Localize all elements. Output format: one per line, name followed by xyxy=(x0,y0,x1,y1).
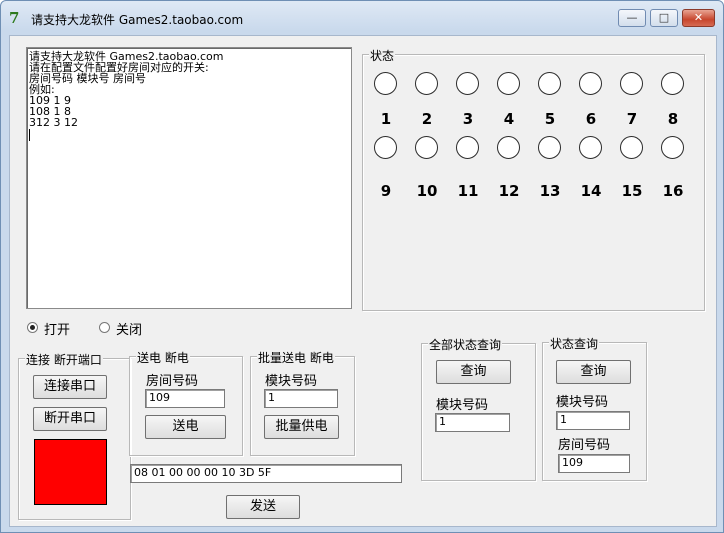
status-light-13 xyxy=(538,136,561,159)
port-group-label: 连接 断开端口 xyxy=(25,351,103,368)
status-number-7: 7 xyxy=(626,110,638,128)
query-all-group: 全部状态查询 查询 模块号码 1 xyxy=(421,336,536,481)
query-all-button[interactable]: 查询 xyxy=(436,360,511,384)
status-light-16 xyxy=(661,136,684,159)
status-number-13: 13 xyxy=(539,182,561,200)
disconnect-port-button[interactable]: 断开串口 xyxy=(33,407,107,431)
status-light-7 xyxy=(620,72,643,95)
port-group: 连接 断开端口 连接串口 断开串口 xyxy=(18,351,131,520)
status-number-5: 5 xyxy=(544,110,556,128)
power-on-button[interactable]: 送电 xyxy=(145,415,226,439)
module-number-input[interactable]: 1 xyxy=(264,389,338,408)
maximize-button[interactable]: □ xyxy=(650,9,678,27)
status-panel: 状态 12345678 9 10 11 12 13 14 15 16 xyxy=(362,47,705,311)
app-logo-icon: 7 xyxy=(9,9,20,27)
status-panel-label: 状态 xyxy=(369,47,396,64)
log-textarea[interactable]: 请支持大龙软件 Games2.taobao.com 请在配置文件配置好房间对应的… xyxy=(26,47,352,309)
status-number-4: 4 xyxy=(503,110,515,128)
status-light-5 xyxy=(538,72,561,95)
room-number-input[interactable]: 109 xyxy=(145,389,225,408)
open-radio[interactable] xyxy=(27,322,38,333)
main-window: 7 请支持大龙软件 Games2.taobao.com — □ ✕ 请支持大龙软… xyxy=(0,0,724,533)
close-button[interactable]: ✕ xyxy=(682,9,715,27)
close-radio-label: 关闭 xyxy=(116,323,143,338)
status-light-2 xyxy=(415,72,438,95)
batch-power-button[interactable]: 批量供电 xyxy=(264,415,339,439)
status-number-16: 16 xyxy=(662,182,684,200)
status-query-button[interactable]: 查询 xyxy=(556,360,631,384)
status-light-12 xyxy=(497,136,520,159)
status-light-11 xyxy=(456,136,479,159)
connection-status-indicator xyxy=(34,439,107,505)
room-number-label: 房间号码 xyxy=(146,374,199,389)
title-bar[interactable]: 7 请支持大龙软件 Games2.taobao.com — □ ✕ xyxy=(1,1,723,35)
status-number-1: 1 xyxy=(380,110,392,128)
power-group: 送电 断电 房间号码 109 送电 xyxy=(129,349,243,456)
status-query-room-input[interactable]: 109 xyxy=(558,454,630,473)
close-radio[interactable] xyxy=(99,322,110,333)
query-all-module-label: 模块号码 xyxy=(436,398,489,413)
status-light-8 xyxy=(661,72,684,95)
client-area: 请支持大龙软件 Games2.taobao.com 请在配置文件配置好房间对应的… xyxy=(9,35,717,527)
send-command-button[interactable]: 发送 xyxy=(226,495,300,519)
status-light-6 xyxy=(579,72,602,95)
command-hex-input[interactable]: 08 01 00 00 00 10 3D 5F xyxy=(130,464,402,483)
status-light-14 xyxy=(579,136,602,159)
query-all-group-label: 全部状态查询 xyxy=(428,336,503,353)
connect-port-button[interactable]: 连接串口 xyxy=(33,375,107,399)
status-number-14: 14 xyxy=(580,182,602,200)
text-caret xyxy=(29,129,30,141)
batch-group-label: 批量送电 断电 xyxy=(257,349,335,366)
status-query-group: 状态查询 查询 模块号码 1 房间号码 109 xyxy=(542,335,647,481)
status-number-9: 9 xyxy=(380,182,392,200)
status-number-15: 15 xyxy=(621,182,643,200)
module-number-label: 模块号码 xyxy=(265,374,318,389)
status-query-room-label: 房间号码 xyxy=(558,438,611,453)
status-query-module-label: 模块号码 xyxy=(556,395,609,410)
query-all-module-input[interactable]: 1 xyxy=(435,413,510,432)
status-light-4 xyxy=(497,72,520,95)
status-number-11: 11 xyxy=(457,182,479,200)
status-number-6: 6 xyxy=(585,110,597,128)
window-title: 请支持大龙软件 Games2.taobao.com xyxy=(31,13,244,27)
batch-group: 批量送电 断电 模块号码 1 批量供电 xyxy=(250,349,355,456)
status-number-8: 8 xyxy=(667,110,679,128)
status-query-group-label: 状态查询 xyxy=(549,335,600,352)
status-number-3: 3 xyxy=(462,110,474,128)
status-light-10 xyxy=(415,136,438,159)
status-query-module-input[interactable]: 1 xyxy=(556,411,630,430)
status-number-10: 10 xyxy=(416,182,438,200)
status-light-15 xyxy=(620,136,643,159)
power-group-label: 送电 断电 xyxy=(136,349,190,366)
status-light-3 xyxy=(456,72,479,95)
status-number-12: 12 xyxy=(498,182,520,200)
open-radio-label: 打开 xyxy=(44,323,71,338)
status-light-1 xyxy=(374,72,397,95)
log-line: 312 3 12 xyxy=(29,116,78,129)
status-light-9 xyxy=(374,136,397,159)
status-number-2: 2 xyxy=(421,110,433,128)
minimize-button[interactable]: — xyxy=(618,9,646,27)
